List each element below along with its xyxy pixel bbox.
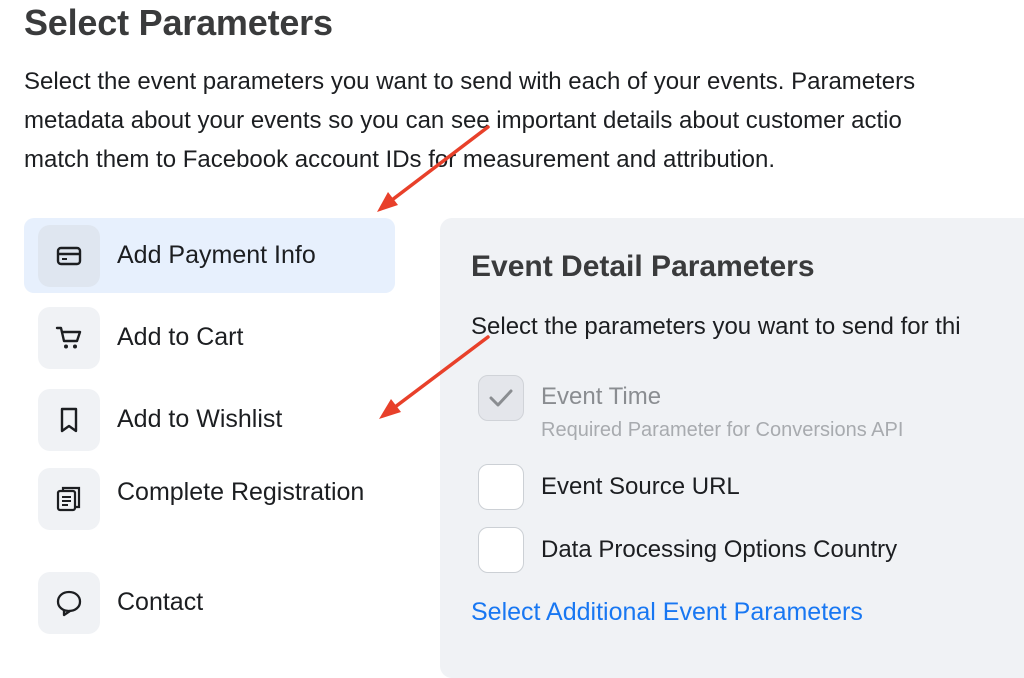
event-item-label: Add to Wishlist	[117, 405, 283, 433]
event-item-add-to-wishlist[interactable]: Add to Wishlist	[24, 382, 395, 457]
event-item-add-to-cart[interactable]: Add to Cart	[24, 300, 395, 375]
param-label: Data Processing Options Country	[541, 536, 898, 563]
checkmark-icon	[489, 389, 513, 407]
param-label: Event Source URL	[541, 473, 740, 500]
event-item-label: Complete Registration	[117, 478, 365, 506]
event-item-contact[interactable]: Contact	[24, 565, 395, 640]
cart-icon	[38, 306, 100, 369]
credit-card-icon	[38, 224, 100, 287]
panel-description: Select the parameters you want to send f…	[471, 313, 961, 340]
event-list: Add Payment Info Add to Cart Add to Wish…	[24, 218, 395, 640]
param-label: Event Time	[541, 383, 662, 410]
event-item-complete-registration[interactable]: Complete Registration	[24, 464, 395, 558]
data-processing-options-country-checkbox[interactable]	[478, 527, 524, 573]
page-description: Select the event parameters you want to …	[24, 62, 1024, 179]
event-item-label: Add Payment Info	[117, 241, 316, 269]
event-item-label: Add to Cart	[117, 323, 244, 351]
event-source-url-checkbox[interactable]	[478, 464, 524, 510]
description-line: metadata about your events so you can se…	[24, 107, 902, 134]
panel-title: Event Detail Parameters	[471, 250, 815, 283]
event-item-add-payment-info[interactable]: Add Payment Info	[24, 218, 395, 293]
bookmark-icon	[38, 388, 100, 451]
event-item-label: Contact	[117, 588, 204, 616]
param-sublabel: Required Parameter for Conversions API	[541, 419, 904, 441]
description-line: Select the event parameters you want to …	[24, 68, 916, 95]
description-line: match them to Facebook account IDs for m…	[24, 146, 776, 173]
chat-bubble-icon	[38, 571, 100, 634]
event-time-checkbox	[478, 375, 524, 421]
select-additional-parameters-link[interactable]: Select Additional Event Parameters	[471, 598, 863, 627]
registration-form-icon	[38, 468, 100, 530]
page-title: Select Parameters	[24, 2, 333, 43]
